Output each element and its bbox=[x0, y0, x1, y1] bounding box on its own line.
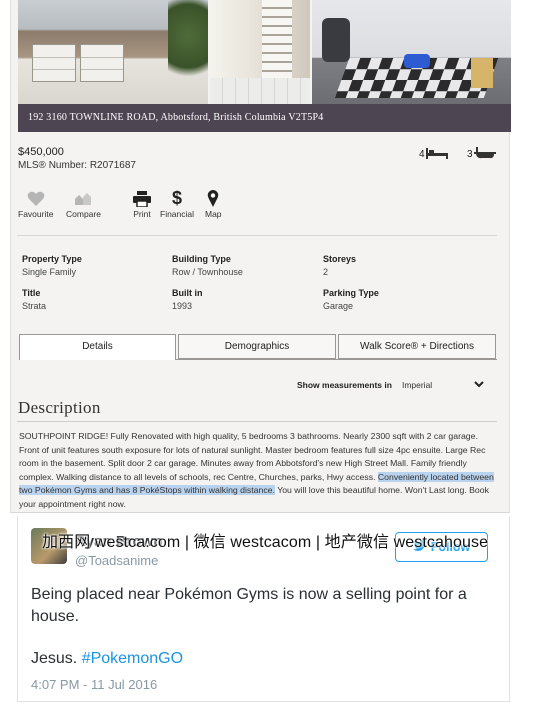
tile-floor bbox=[210, 78, 310, 104]
detail-value: Garage bbox=[323, 301, 354, 311]
detail-key: Building Type bbox=[172, 254, 231, 264]
print-button[interactable]: Print bbox=[133, 190, 151, 219]
compare-button[interactable]: Compare bbox=[66, 190, 101, 219]
chair bbox=[322, 18, 350, 62]
garage-door bbox=[32, 44, 76, 82]
chevron-down-icon[interactable] bbox=[474, 380, 484, 390]
detail-key: Built in bbox=[172, 288, 203, 298]
address-bar: 192 3160 TOWNLINE ROAD, Abbotsford, Brit… bbox=[18, 104, 511, 132]
beds-count: 4 bbox=[419, 147, 448, 162]
tweet-timestamp[interactable]: 4:07 PM - 11 Jul 2016 bbox=[31, 677, 157, 692]
compare-label: Compare bbox=[66, 209, 101, 219]
detail-value: 1993 bbox=[172, 301, 193, 311]
detail-property-type: Property Type Single Family bbox=[22, 254, 82, 277]
bed-icon bbox=[425, 147, 448, 162]
map-button[interactable]: Map bbox=[205, 190, 222, 219]
watermark: 加西网 westca.com | 微信 westcacom | 地产微信 wes… bbox=[42, 534, 489, 551]
detail-value: Strata bbox=[22, 301, 47, 311]
photo-rec-room[interactable] bbox=[312, 0, 511, 104]
bathtub-icon bbox=[473, 147, 496, 162]
photo-gallery[interactable] bbox=[18, 0, 511, 104]
print-icon bbox=[133, 190, 151, 207]
map-pin-icon bbox=[207, 190, 219, 207]
detail-value: Row / Townhouse bbox=[172, 267, 243, 277]
detail-building-type: Building Type Row / Townhouse bbox=[172, 254, 243, 277]
heart-icon bbox=[27, 190, 45, 207]
tab-demographics[interactable]: Demographics bbox=[178, 334, 336, 359]
map-label: Map bbox=[205, 209, 222, 219]
garage-door bbox=[80, 44, 124, 82]
detail-key: Parking Type bbox=[323, 288, 379, 298]
beds-value: 4 bbox=[419, 149, 425, 160]
detail-storeys: Storeys 2 bbox=[323, 254, 356, 277]
description-heading: Description bbox=[18, 398, 101, 417]
detail-title: Title Strata bbox=[22, 288, 46, 311]
financial-button[interactable]: $ Financial bbox=[160, 188, 195, 219]
financial-label: Financial bbox=[160, 209, 195, 219]
favourite-button[interactable]: Favourite bbox=[18, 190, 53, 219]
description-text: SOUTHPOINT RIDGE! Fully Renovated with h… bbox=[19, 430, 499, 512]
staircase bbox=[262, 0, 292, 80]
detail-key: Storeys bbox=[323, 254, 357, 264]
baths-value: 3 bbox=[467, 149, 473, 160]
tweet-text: Being placed near Pokémon Gyms is now a … bbox=[31, 586, 467, 625]
detail-parking-type: Parking Type Garage bbox=[323, 288, 379, 311]
baths-count: 3 bbox=[467, 147, 496, 162]
measurements-select[interactable]: Imperial bbox=[402, 380, 468, 390]
detail-value: 2 bbox=[323, 267, 329, 277]
photo-stairs[interactable] bbox=[210, 0, 310, 104]
detail-built-in: Built in 1993 bbox=[172, 288, 203, 311]
tab-details[interactable]: Details bbox=[19, 334, 176, 360]
listing-price: $450,000 bbox=[18, 146, 64, 158]
mls-number: MLS® Number: R2071687 bbox=[18, 160, 136, 171]
section-divider bbox=[17, 235, 497, 236]
print-label: Print bbox=[133, 209, 151, 219]
measurements-label: Show measurements in bbox=[297, 380, 392, 390]
tree bbox=[168, 0, 208, 90]
compare-icon bbox=[73, 190, 93, 207]
description-rule bbox=[17, 421, 497, 422]
detail-value: Single Family bbox=[22, 267, 77, 277]
toy-car bbox=[404, 54, 430, 68]
measurements-selector: Show measurements in Imperial bbox=[297, 380, 484, 390]
shelf bbox=[471, 58, 493, 88]
listing-tabs: Details Demographics Walk Score® + Direc… bbox=[19, 334, 497, 360]
detail-key: Title bbox=[22, 288, 41, 298]
photo-exterior[interactable] bbox=[18, 0, 208, 104]
tweet-text-prefix: Jesus. bbox=[31, 650, 82, 667]
tab-walk-score[interactable]: Walk Score® + Directions bbox=[338, 334, 496, 359]
tweet-text-line2: Jesus. #PokemonGO bbox=[31, 650, 183, 668]
tweet-handle[interactable]: @Toadsanime bbox=[75, 553, 158, 568]
dollar-icon: $ bbox=[172, 188, 183, 208]
hashtag-link[interactable]: #PokemonGO bbox=[82, 650, 183, 667]
favourite-label: Favourite bbox=[18, 209, 54, 219]
detail-key: Property Type bbox=[22, 254, 82, 264]
